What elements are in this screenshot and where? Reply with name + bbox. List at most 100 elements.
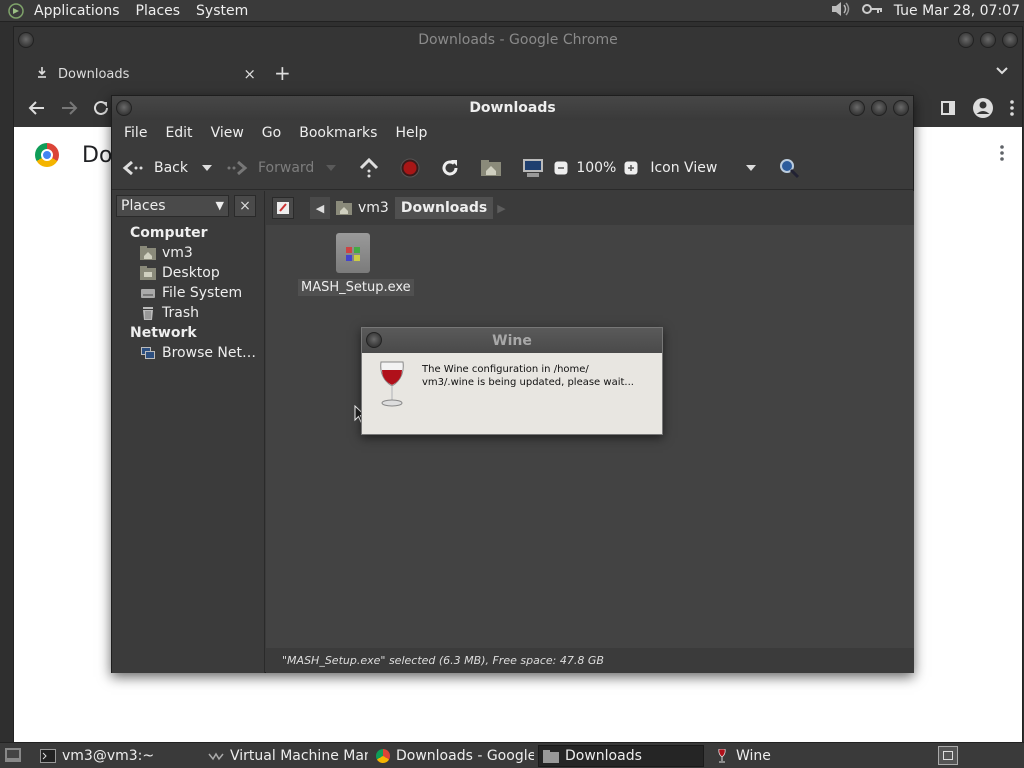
minimize-button[interactable] xyxy=(958,32,974,48)
taskbar-item-wine[interactable]: Wine xyxy=(710,745,874,767)
top-panel: Applications Places System Tue Mar 28, 0… xyxy=(0,0,1024,22)
forward-arrow-icon[interactable] xyxy=(60,98,78,122)
wine-message: The Wine configuration in /home/ vm3/.wi… xyxy=(422,364,634,388)
sidebar-item-trash[interactable]: Trash xyxy=(140,305,199,321)
forward-arrow-icon xyxy=(226,160,248,176)
chevron-down-icon: ▼ xyxy=(215,199,224,212)
view-mode-select[interactable]: Icon View xyxy=(650,160,757,176)
chrome-logo-icon xyxy=(35,143,59,167)
back-button[interactable]: Back xyxy=(122,160,188,176)
stop-icon[interactable] xyxy=(400,158,420,178)
zoom-in-icon[interactable] xyxy=(624,161,638,175)
chrome-menu-icon[interactable] xyxy=(1010,100,1014,120)
back-arrow-icon xyxy=(122,160,144,176)
sidebar-icon[interactable] xyxy=(940,100,956,120)
network-key-icon[interactable] xyxy=(861,2,884,20)
wine-glass-icon xyxy=(718,749,726,763)
edit-location-icon[interactable] xyxy=(272,197,294,219)
window-menu-button[interactable] xyxy=(116,100,132,116)
menu-edit[interactable]: Edit xyxy=(159,125,198,141)
back-history-dropdown[interactable] xyxy=(202,164,212,171)
sidebar-item-vm3[interactable]: vm3 xyxy=(140,245,193,261)
forward-label: Forward xyxy=(258,159,315,176)
taskbar-item-label: Virtual Machine Man… xyxy=(230,748,368,764)
reload-icon[interactable] xyxy=(92,98,110,122)
maximize-button[interactable] xyxy=(980,32,996,48)
taskbar-item-chrome[interactable]: Downloads - Google… xyxy=(372,745,534,767)
menu-file[interactable]: File xyxy=(118,125,153,141)
sidebar-item-desktop[interactable]: Desktop xyxy=(140,265,220,281)
workspace-switcher[interactable] xyxy=(938,746,958,765)
window-menu-button[interactable] xyxy=(366,332,382,348)
back-arrow-icon[interactable] xyxy=(28,98,46,122)
chrome-titlebar[interactable]: Downloads - Google Chrome xyxy=(14,27,1022,53)
network-icon xyxy=(141,347,155,359)
show-desktop-icon[interactable] xyxy=(4,747,22,767)
crumb-downloads[interactable]: Downloads xyxy=(394,197,494,219)
home-folder-icon xyxy=(140,246,156,260)
home-folder-icon xyxy=(336,201,352,215)
taskbar-item-virt-manager[interactable]: Virtual Machine Man… xyxy=(204,745,368,767)
close-sidebar-icon[interactable]: × xyxy=(234,195,256,217)
profile-avatar-icon[interactable] xyxy=(972,97,994,123)
menubar: File Edit View Go Bookmarks Help xyxy=(112,120,913,146)
up-arrow-icon[interactable] xyxy=(358,157,380,178)
sidebar-type-select[interactable]: Places ▼ xyxy=(116,195,229,217)
back-label: Back xyxy=(154,159,188,176)
sidebar-type-label: Places xyxy=(121,198,166,214)
places-menu[interactable]: Places xyxy=(128,3,189,19)
menu-view[interactable]: View xyxy=(205,125,250,141)
reload-icon[interactable] xyxy=(440,158,460,178)
tab-search-icon[interactable] xyxy=(996,63,1008,79)
close-button[interactable] xyxy=(1002,32,1018,48)
file-manager-title: Downloads xyxy=(469,100,556,116)
gnome-foot-icon[interactable] xyxy=(6,1,26,21)
menu-help[interactable]: Help xyxy=(389,125,433,141)
wine-titlebar[interactable]: Wine xyxy=(362,328,662,353)
chevron-down-icon xyxy=(746,164,757,171)
volume-icon[interactable] xyxy=(830,0,852,22)
menu-go[interactable]: Go xyxy=(256,125,287,141)
zoom-level[interactable]: 100% xyxy=(576,160,616,176)
drive-icon xyxy=(141,289,155,298)
sidebar-item-label: vm3 xyxy=(162,245,193,261)
tab-downloads[interactable]: Downloads × xyxy=(22,57,262,91)
maximize-button[interactable] xyxy=(871,100,887,116)
applications-menu[interactable]: Applications xyxy=(26,3,128,19)
home-icon[interactable] xyxy=(480,159,502,177)
clock[interactable]: Tue Mar 28, 07:07 xyxy=(894,3,1020,19)
page-title: Downloads xyxy=(82,143,112,168)
forward-history-dropdown[interactable] xyxy=(326,164,337,171)
sidebar-item-label: File System xyxy=(162,285,243,301)
crumb-vm3[interactable]: vm3 xyxy=(330,197,395,219)
computer-icon[interactable] xyxy=(522,158,544,178)
taskbar-item-downloads[interactable]: Downloads xyxy=(538,745,704,767)
search-icon[interactable] xyxy=(778,157,800,179)
menu-bookmarks[interactable]: Bookmarks xyxy=(293,125,383,141)
window-menu-button[interactable] xyxy=(18,32,34,48)
location-bar: ◀ vm3 Downloads ▶ xyxy=(266,191,914,225)
wine-title: Wine xyxy=(492,332,532,349)
file-manager-titlebar[interactable]: Downloads xyxy=(112,96,913,120)
close-button[interactable] xyxy=(893,100,909,116)
sidebar-item-file-system[interactable]: File System xyxy=(140,285,242,301)
minimize-button[interactable] xyxy=(849,100,865,116)
chrome-icon xyxy=(376,749,390,763)
taskbar-item-label: Downloads - Google… xyxy=(396,748,534,764)
system-menu[interactable]: System xyxy=(188,3,256,19)
zoom-out-icon[interactable] xyxy=(554,161,568,175)
bottom-panel: vm3@vm3:~ Virtual Machine Man… Downloads… xyxy=(0,742,1024,768)
page-menu-icon[interactable] xyxy=(1000,145,1004,166)
sidebar-item-label: Desktop xyxy=(162,265,220,281)
taskbar-item-label: Downloads xyxy=(565,748,642,764)
virt-manager-icon xyxy=(208,752,224,761)
new-tab-button[interactable]: + xyxy=(274,61,291,85)
exe-file-icon xyxy=(336,233,370,273)
forward-button[interactable]: Forward xyxy=(226,160,314,176)
sidebar-item-browse-network[interactable]: Browse Net… xyxy=(140,345,256,361)
tab-close-icon[interactable]: × xyxy=(243,65,256,83)
taskbar-item-terminal[interactable]: vm3@vm3:~ xyxy=(36,745,196,767)
path-right-arrow-icon[interactable]: ▶ xyxy=(497,202,505,215)
path-left-arrow-icon[interactable]: ◀ xyxy=(310,197,330,219)
file-item[interactable]: MASH_Setup.exe xyxy=(298,233,414,296)
